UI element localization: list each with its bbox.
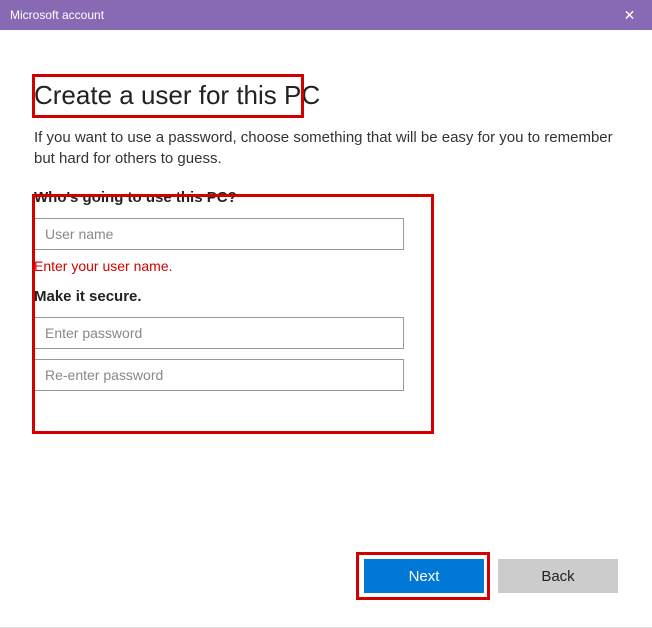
create-user-form: Who's going to use this PC? Enter your u… (34, 189, 434, 413)
close-icon: ✕ (624, 7, 636, 24)
reenter-password-field[interactable] (34, 359, 404, 391)
page-title: Create a user for this PC (34, 80, 320, 111)
username-error: Enter your user name. (34, 258, 434, 274)
back-button[interactable]: Back (498, 559, 618, 593)
secure-section-label: Make it secure. (34, 288, 434, 305)
page-subtitle: If you want to use a password, choose so… (34, 127, 618, 169)
titlebar: Microsoft account ✕ (0, 0, 652, 30)
password-field[interactable] (34, 317, 404, 349)
window-title: Microsoft account (10, 8, 104, 22)
user-section-label: Who's going to use this PC? (34, 189, 434, 206)
close-button[interactable]: ✕ (607, 0, 652, 30)
next-button[interactable]: Next (364, 559, 484, 593)
username-field[interactable] (34, 218, 404, 250)
